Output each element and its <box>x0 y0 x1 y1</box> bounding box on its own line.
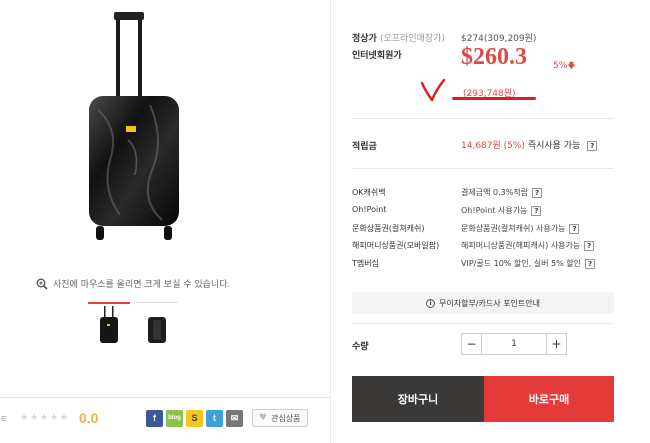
star-icon: ★ <box>60 412 69 423</box>
star-icon: ★ <box>20 412 29 423</box>
left-divider <box>0 397 330 398</box>
help-icon[interactable]: ? <box>532 187 543 198</box>
divider <box>352 118 614 119</box>
benefit-value-tmembership: VIP/골드 10% 할인, 실버 5% 할인? <box>461 258 595 269</box>
divider <box>352 323 614 324</box>
benefit-label-okcashbag: OK캐쉬백 <box>352 188 386 197</box>
quantity-input[interactable] <box>482 334 546 354</box>
benefit-value-happymoney: 해피머니상품권(해피캐시) 사용가능? <box>461 240 595 251</box>
kakaostory-icon[interactable]: S <box>186 409 203 427</box>
help-icon[interactable]: ? <box>584 240 595 251</box>
points-value: 14,687원 (5%) 즉시사용 가능 ? <box>461 138 598 151</box>
facebook-icon[interactable]: f <box>146 409 163 427</box>
star-rating: ★ ★ ★ ★ ★ <box>20 412 69 423</box>
discount-rate-text: 5% <box>553 61 568 71</box>
regular-price-value: $274(309,209원) <box>461 34 537 44</box>
zoom-hint-text: 사진에 마우스를 올리면 크게 보실 수 있습니다. <box>53 280 231 290</box>
star-icon: ★ <box>30 412 39 423</box>
share-bar: f blog S t ✉ ♥ 관심상품 <box>146 409 308 427</box>
twitter-icon[interactable]: t <box>206 409 223 427</box>
arrow-down-icon: 🡇 <box>567 61 576 70</box>
wishlist-button[interactable]: ♥ 관심상품 <box>252 409 308 427</box>
help-icon[interactable]: ? <box>587 140 598 151</box>
sale-price: $260.3 <box>461 44 527 70</box>
installment-info-button[interactable]: i 무이자할부/카드사 포인트안내 <box>352 292 614 314</box>
handwritten-check-mark <box>420 78 446 102</box>
benefit-label-culture: 문화상품권(컬쳐캐쉬) <box>352 224 425 233</box>
benefit-label-tmembership: T멤버십 <box>352 259 379 268</box>
vertical-divider <box>330 0 331 443</box>
benefit-value-text: Oh!Point 사용가능 <box>461 206 528 215</box>
magnifier-plus-icon <box>36 278 48 290</box>
quantity-increase-button[interactable]: + <box>546 334 566 354</box>
divider <box>352 168 614 169</box>
benefit-value-text: 문화상품권(컬쳐캐쉬) 사용가능 <box>461 224 566 233</box>
wishlist-label: 관심상품 <box>271 413 301 423</box>
thumbnail-list <box>88 302 178 348</box>
add-to-cart-button[interactable]: 장바구니 <box>352 376 484 422</box>
product-main-image[interactable] <box>40 0 280 262</box>
heart-icon: ♥ <box>259 413 268 423</box>
benefit-label-ohpoint: Oh!Point <box>352 205 387 214</box>
regular-price-label-text: 정상가 <box>352 34 377 44</box>
regular-price-sub: (오프라인매장가) <box>379 34 445 44</box>
help-icon[interactable]: ? <box>584 258 595 269</box>
buy-now-button[interactable]: 바로구매 <box>484 376 614 422</box>
thumbnail-front[interactable] <box>88 302 130 348</box>
star-icon: ★ <box>40 412 49 423</box>
points-amount: 14,687원 (5%) <box>461 141 525 151</box>
benefit-value-text: VIP/골드 10% 할인, 실버 5% 할인 <box>461 259 581 268</box>
rating-prefix: ㅌ <box>0 414 9 425</box>
quantity-label: 수량 <box>352 342 369 352</box>
benefit-value-text: 결제금액 0.3%적립 <box>461 188 529 197</box>
handwritten-underline <box>452 97 536 100</box>
star-icon: ★ <box>50 412 59 423</box>
points-suffix: 즉시사용 가능 <box>527 141 581 151</box>
benefit-value-ohpoint: Oh!Point 사용가능? <box>461 205 542 216</box>
rating-score: 0.0 <box>79 410 99 426</box>
benefit-value-culture: 문화상품권(컬쳐캐쉬) 사용가능? <box>461 223 580 234</box>
quantity-stepper: − + <box>461 333 567 355</box>
help-icon[interactable]: ? <box>531 205 542 216</box>
points-label: 적립금 <box>352 142 377 152</box>
member-price-label: 인터넷회원가 <box>352 51 402 61</box>
discount-rate: 5%🡇 <box>553 60 576 74</box>
help-icon[interactable]: ? <box>569 223 580 234</box>
regular-price-label: 정상가 (오프라인매장가) <box>352 31 445 44</box>
info-icon: i <box>426 298 436 308</box>
benefit-value-okcashbag: 결제금액 0.3%적립? <box>461 187 543 198</box>
benefit-value-text: 해피머니상품권(해피캐시) 사용가능 <box>461 241 581 250</box>
rating: ㅌ ★ ★ ★ ★ ★ 0.0 <box>0 410 98 426</box>
blog-icon[interactable]: blog <box>166 409 183 427</box>
thumbnail-side[interactable] <box>136 302 178 348</box>
benefit-label-happymoney: 해피머니상품권(모바일팝) <box>352 241 440 250</box>
installment-info-label: 무이자할부/카드사 포인트안내 <box>439 298 540 308</box>
zoom-hint: 사진에 마우스를 올리면 크게 보실 수 있습니다. <box>36 277 230 290</box>
quantity-decrease-button[interactable]: − <box>462 334 482 354</box>
mail-icon[interactable]: ✉ <box>226 409 243 427</box>
